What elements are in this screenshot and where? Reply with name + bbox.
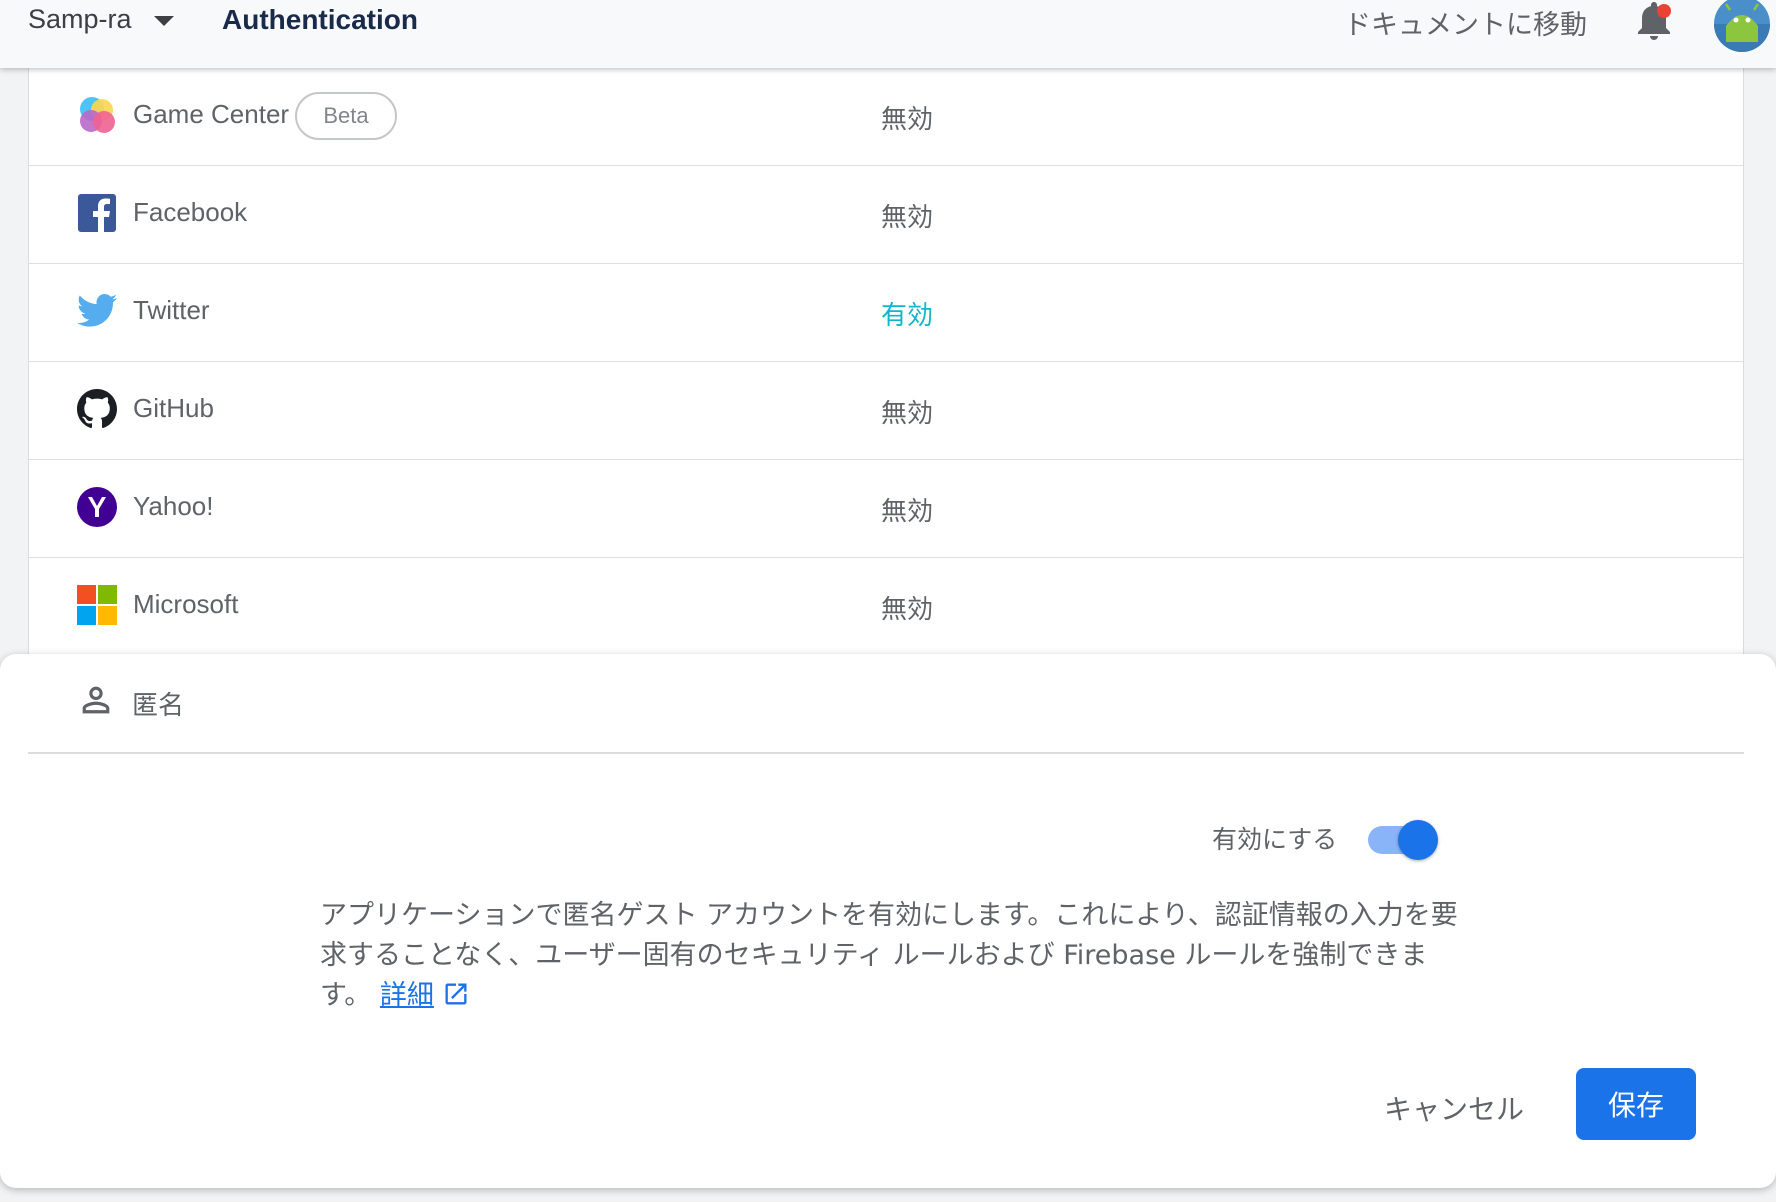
provider-row-github[interactable]: GitHub 無効 (29, 362, 1743, 460)
provider-row-game-center[interactable]: Game Center Beta 無効 (29, 68, 1743, 166)
provider-row-twitter[interactable]: Twitter 有効 (29, 264, 1743, 362)
game-center-icon (77, 95, 117, 135)
provider-status: 有効 (881, 301, 934, 331)
provider-status: 無効 (881, 105, 934, 135)
account-avatar[interactable] (1714, 0, 1770, 52)
provider-status: 無効 (881, 203, 934, 233)
project-name[interactable]: Samp-ra (28, 4, 132, 35)
sign-in-providers-list: Game Center Beta 無効 Facebook 無効 Twitter … (28, 68, 1744, 668)
go-to-docs-link[interactable]: ドキュメントに移動 (1344, 3, 1587, 42)
cancel-button[interactable]: キャンセル (1370, 1076, 1538, 1140)
project-selector[interactable]: Samp-ra (28, 4, 174, 35)
person-icon (76, 680, 116, 720)
provider-status: 無効 (881, 399, 934, 429)
beta-badge: Beta (295, 92, 397, 140)
provider-name: Microsoft (133, 589, 239, 619)
notifications-bell-icon[interactable] (1636, 2, 1672, 42)
microsoft-icon (77, 585, 117, 625)
open-in-new-icon[interactable] (442, 980, 470, 1008)
provider-name: Twitter (133, 295, 210, 325)
provider-row-yahoo[interactable]: Yahoo! 無効 (29, 460, 1743, 558)
anonymous-description: アプリケーションで匿名ゲスト アカウントを有効にします。これにより、認証情報の入… (320, 896, 1460, 1016)
anonymous-panel-header: 匿名 (28, 654, 1744, 754)
enable-toggle-switch[interactable] (1368, 818, 1438, 862)
provider-name: Facebook (133, 197, 248, 227)
provider-name: GitHub (133, 393, 214, 423)
enable-toggle-label: 有効にする (1212, 825, 1338, 854)
save-button[interactable]: 保存 (1576, 1068, 1696, 1140)
twitter-icon (77, 291, 117, 331)
provider-name: Game Center (133, 99, 290, 129)
provider-row-microsoft[interactable]: Microsoft 無効 (29, 558, 1743, 656)
top-app-bar: Samp-ra Authentication ドキュメントに移動 (0, 0, 1776, 68)
anonymous-title: 匿名 (132, 691, 185, 721)
chevron-down-icon[interactable] (153, 15, 174, 26)
yahoo-icon (77, 487, 117, 527)
learn-more-link[interactable]: 詳細 (380, 980, 434, 1011)
toggle-knob[interactable] (1398, 820, 1438, 860)
provider-status: 無効 (881, 497, 934, 527)
github-icon (77, 389, 117, 429)
anonymous-provider-panel: 匿名 有効にする アプリケーションで匿名ゲスト アカウントを有効にします。これに… (0, 654, 1776, 1188)
provider-name: Yahoo! (133, 491, 214, 521)
facebook-icon (77, 193, 117, 233)
provider-row-facebook[interactable]: Facebook 無効 (29, 166, 1743, 264)
notification-dot (1657, 4, 1671, 18)
description-text: アプリケーションで匿名ゲスト アカウントを有効にします。これにより、認証情報の入… (320, 900, 1458, 1011)
page-title: Authentication (222, 4, 418, 35)
provider-status: 無効 (881, 595, 934, 625)
